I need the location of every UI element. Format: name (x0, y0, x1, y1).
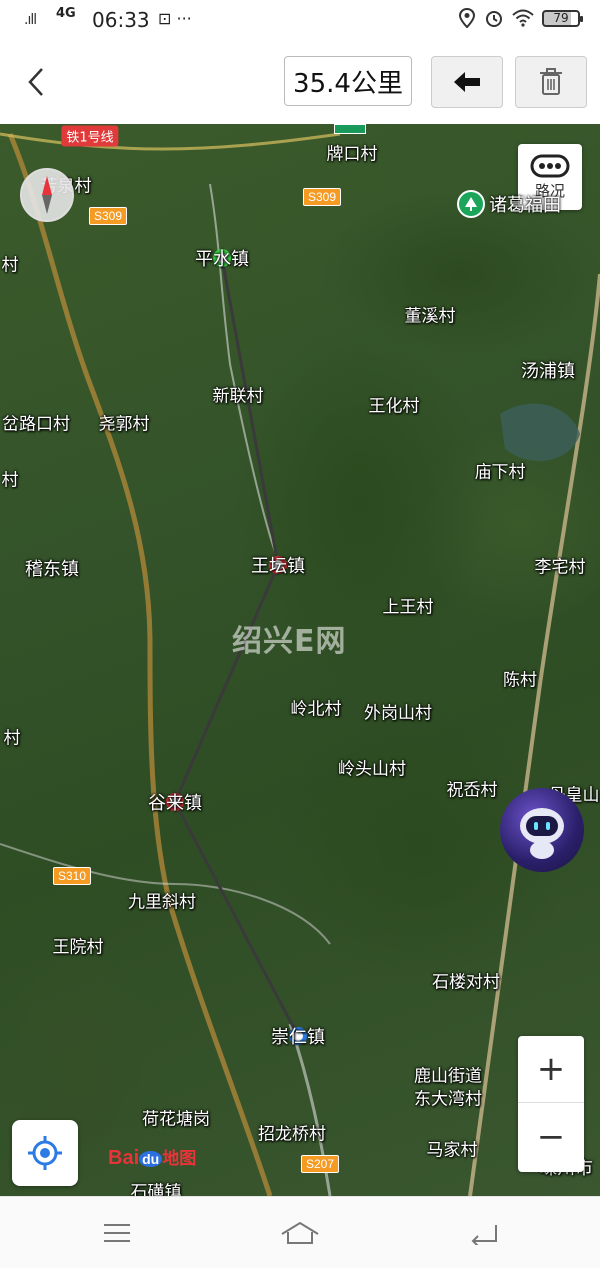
highway-shield (334, 124, 366, 134)
lake (500, 403, 580, 461)
place-label: 村 (1, 255, 19, 276)
locate-button[interactable] (12, 1120, 78, 1186)
place-label: 东大湾村 (414, 1089, 482, 1110)
tree-icon (457, 190, 485, 218)
road (209, 183, 281, 565)
undo-button[interactable] (431, 56, 503, 108)
robot-icon (520, 808, 564, 859)
river (7, 133, 273, 1196)
status-extra: ⊡ ··· (158, 9, 192, 28)
logo-du: du (139, 1151, 163, 1167)
place-label: 李宅村 (534, 557, 586, 578)
place-label: 平水镇 (195, 249, 249, 270)
menu-button[interactable] (97, 1215, 137, 1251)
home-button[interactable] (280, 1215, 320, 1251)
arrow-left-icon (454, 72, 480, 92)
satellite-map[interactable]: 铁1号线 S309 S309 S310 S207 牌口村 芳泉村 平水镇 村 董… (0, 124, 600, 1196)
place-label: 村 (1, 470, 19, 491)
locate-icon (28, 1136, 62, 1170)
watermark: 绍兴E网 (232, 624, 347, 659)
trash-icon (540, 68, 562, 95)
traffic-icon (530, 154, 570, 177)
road (0, 132, 341, 151)
menu-icon (104, 1224, 130, 1242)
place-label: 稽东镇 (25, 559, 79, 580)
assistant-robot-button[interactable] (500, 788, 584, 872)
place-label: 汤浦镇 (521, 361, 575, 382)
place-label: 祝岙村 (446, 780, 498, 801)
baidu-map-logo: Bai du 地图 (108, 1144, 196, 1170)
distance-display: 35.4公里 (284, 56, 412, 106)
place-label: 王坛镇 (251, 556, 305, 577)
compass-icon (42, 176, 52, 214)
status-right: 79 (458, 8, 583, 28)
road-badge: S207 (300, 1155, 340, 1173)
top-toolbar: 35.4公里 (0, 40, 600, 124)
place-label: 岔路口村 (2, 414, 70, 435)
wifi-icon (512, 9, 534, 27)
place-label: 董溪村 (404, 306, 456, 327)
place-label: 招龙桥村 (258, 1124, 326, 1145)
place-label: 石楼对村 (432, 972, 500, 993)
road-badge: S309 (302, 188, 342, 206)
home-icon (281, 1221, 319, 1244)
place-label: 上王村 (382, 597, 434, 618)
status-time: 06:33 (92, 8, 150, 32)
place-label: 岭北村 (290, 699, 342, 720)
network-indicator: 4G (56, 6, 76, 21)
place-label: 荷花塘岗 (142, 1109, 210, 1130)
place-label: 王院村 (52, 937, 104, 958)
place-label: 谷来镇 (148, 793, 202, 814)
zoom-out-button[interactable]: − (518, 1104, 584, 1170)
place-label: 崇仁镇 (271, 1027, 325, 1048)
place-label: 新联村 (212, 386, 264, 407)
logo-ditu: 地图 (162, 1149, 197, 1168)
poi-marker[interactable]: 诸葛福田 (457, 190, 561, 218)
place-label: 岭头山村 (338, 759, 406, 780)
place-label: 王化村 (368, 396, 420, 417)
delete-button[interactable] (515, 56, 587, 108)
location-icon (458, 8, 476, 28)
place-label: 村 (3, 728, 21, 749)
place-label: 九里斜村 (128, 892, 196, 913)
rail-badge: 铁1号线 (61, 125, 119, 147)
road-badge: S309 (88, 207, 128, 225)
place-label: 尧郭村 (98, 414, 150, 435)
back-nav-button[interactable] (463, 1215, 503, 1251)
compass-button[interactable] (20, 168, 74, 222)
road-badge: S310 (52, 867, 92, 885)
zoom-in-button[interactable]: + (518, 1036, 584, 1103)
back-icon (471, 1225, 497, 1245)
zoom-controls: + − (518, 1036, 584, 1172)
place-label: 鹿山街道 (414, 1066, 482, 1087)
system-navbar (0, 1196, 600, 1268)
battery-icon: 79 (542, 9, 583, 27)
place-label: 外岗山村 (364, 703, 432, 724)
poi-label: 诸葛福田 (489, 195, 561, 216)
status-bar: .ıll 4G 06:33 ⊡ ··· 79 (0, 0, 600, 40)
signal-icon: .ıll (24, 12, 37, 28)
logo-bai: Bai (108, 1147, 140, 1169)
back-button[interactable] (16, 62, 56, 102)
place-label: 庙下村 (474, 462, 526, 483)
place-label: 陈村 (503, 670, 537, 691)
place-label: 牌口村 (326, 144, 378, 165)
chevron-left-icon (28, 68, 43, 96)
place-label: 马家村 (426, 1140, 478, 1161)
place-label: 石磺镇 (130, 1182, 182, 1197)
alarm-icon (486, 11, 502, 27)
